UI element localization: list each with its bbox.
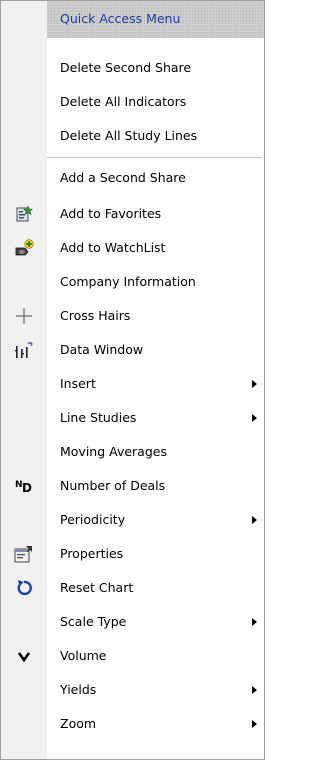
menu-item-company-information[interactable]: Company Information: [1, 265, 264, 299]
submenu-arrow-icon: [252, 516, 257, 524]
menu-item-label: Number of Deals: [60, 478, 166, 493]
properties-icon: [1, 537, 47, 571]
menu-item-delete-all-indicators[interactable]: Delete All Indicators: [1, 85, 264, 119]
menu-item-label: Insert: [60, 376, 96, 391]
menu-item-moving-averages[interactable]: Moving Averages: [1, 435, 264, 469]
menu-separator: [47, 157, 262, 158]
menu-item-add-second-share[interactable]: Add a Second Share: [1, 161, 264, 195]
menu-item-label: Moving Averages: [60, 444, 167, 459]
reset-icon: [1, 571, 47, 605]
favorites-icon: [1, 197, 47, 231]
submenu-arrow-icon: [252, 686, 257, 694]
menu-item-label: Data Window: [60, 342, 144, 357]
menu-item-label: Yields: [60, 682, 97, 697]
menu-item-cross-hairs[interactable]: Cross Hairs: [1, 299, 264, 333]
menu-item-insert[interactable]: Insert: [1, 367, 264, 401]
menu-item-label: Properties: [60, 546, 124, 561]
menu-item-label: Cross Hairs: [60, 308, 131, 323]
menu-item-label: Company Information: [60, 274, 196, 289]
menu-item-label: Reset Chart: [60, 580, 134, 595]
submenu-arrow-icon: [252, 720, 257, 728]
menu-item-line-studies[interactable]: Line Studies: [1, 401, 264, 435]
menu-item-label: Delete All Indicators: [60, 94, 187, 109]
menu-item-scale-type[interactable]: Scale Type: [1, 605, 264, 639]
volume-icon: [1, 639, 47, 673]
menu-item-periodicity[interactable]: Periodicity: [1, 503, 264, 537]
menu-item-label: Add a Second Share: [60, 170, 186, 185]
menu-item-label: Delete Second Share: [60, 60, 192, 75]
crosshair-icon: [1, 299, 47, 333]
menu-item-delete-second-share[interactable]: Delete Second Share: [1, 51, 264, 85]
menu-item-volume[interactable]: Volume: [1, 639, 264, 673]
menu-item-label: Scale Type: [60, 614, 127, 629]
menu-item-properties[interactable]: Properties: [1, 537, 264, 571]
menu-item-add-to-watchlist[interactable]: Add to WatchList: [1, 231, 264, 265]
menu-item-label: Periodicity: [60, 512, 126, 527]
watchlist-add-icon: [1, 231, 47, 265]
menu-item-label: Zoom: [60, 716, 97, 731]
menu-item-delete-all-study-lines[interactable]: Delete All Study Lines: [1, 119, 264, 153]
menu-item-zoom[interactable]: Zoom: [1, 707, 264, 741]
menu-item-label: Add to Favorites: [60, 206, 162, 221]
data-window-icon: [1, 333, 47, 367]
number-of-deals-icon: N D: [1, 469, 47, 503]
submenu-arrow-icon: [252, 414, 257, 422]
menu-item-reset-chart[interactable]: Reset Chart: [1, 571, 264, 605]
menu-item-data-window[interactable]: Data Window: [1, 333, 264, 367]
menu-item-add-to-favorites[interactable]: Add to Favorites: [1, 197, 264, 231]
menu-item-label: Line Studies: [60, 410, 137, 425]
menu-item-number-of-deals[interactable]: N D Number of Deals: [1, 469, 264, 503]
menu-item-label: Delete All Study Lines: [60, 128, 198, 143]
menu-header-title: Quick Access Menu: [60, 11, 181, 26]
menu-item-label: Volume: [60, 648, 107, 663]
menu-item-yields[interactable]: Yields: [1, 673, 264, 707]
svg-text:D: D: [22, 481, 32, 494]
quick-access-context-menu: Quick Access Menu Delete Second Share De…: [0, 0, 265, 760]
menu-header: Quick Access Menu: [47, 1, 264, 38]
menu-item-label: Add to WatchList: [60, 240, 166, 255]
submenu-arrow-icon: [252, 380, 257, 388]
submenu-arrow-icon: [252, 618, 257, 626]
